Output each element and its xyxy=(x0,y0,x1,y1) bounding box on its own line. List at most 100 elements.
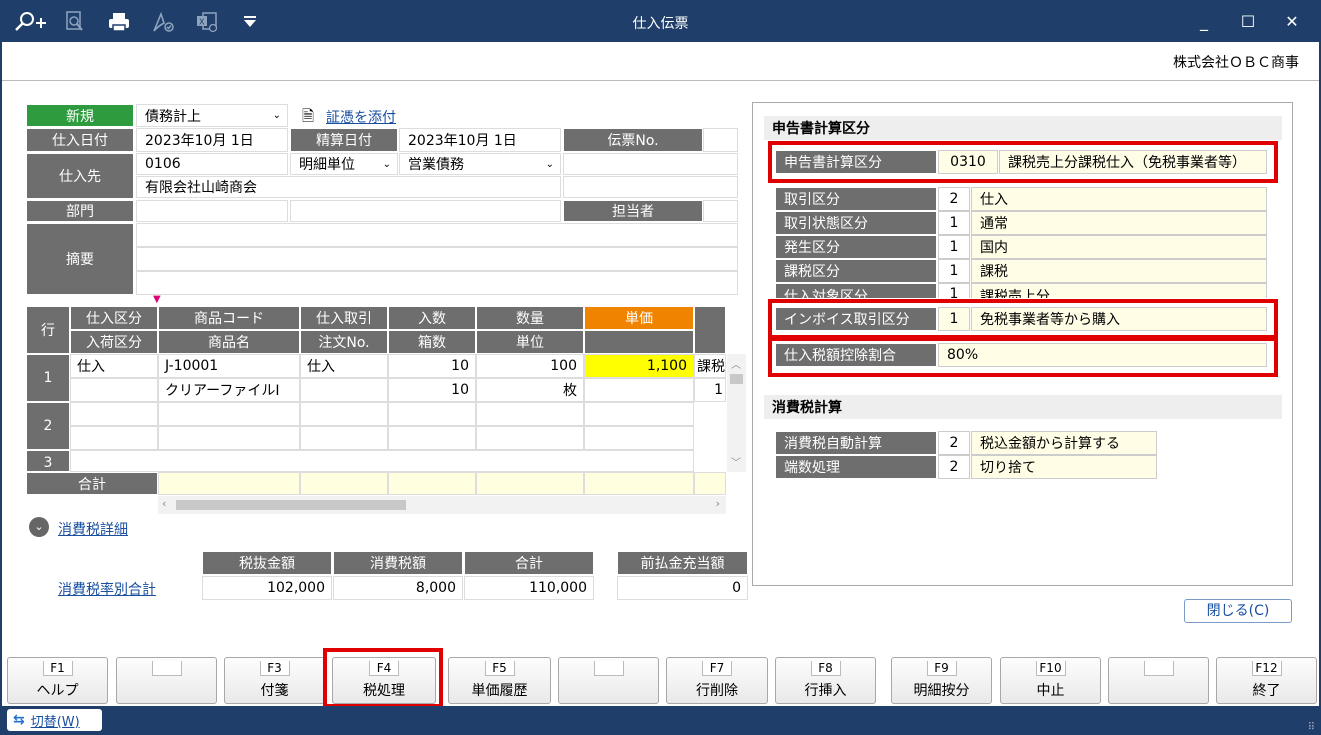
row1-kubun[interactable]: 仕入 xyxy=(70,354,158,378)
row2-cell[interactable] xyxy=(584,426,694,450)
tax-total-value: 110,000 xyxy=(464,576,594,600)
account-select[interactable]: 営業債務 ⌄ xyxy=(399,153,561,175)
fkey-f3-sticky[interactable]: F3 付箋 xyxy=(224,657,325,704)
row1-extra[interactable]: 課税 xyxy=(694,354,726,378)
row2-cell[interactable] xyxy=(476,426,584,450)
row2-cell[interactable] xyxy=(388,426,476,450)
row2-cell[interactable] xyxy=(476,402,584,426)
taxation-kubun-value: 課税 xyxy=(971,259,1267,283)
expand-chevron-icon[interactable]: ⌄ xyxy=(29,517,49,537)
scroll-up-icon[interactable]: ︿ xyxy=(731,356,741,371)
row2-cell[interactable] xyxy=(158,402,300,426)
scroll-right-icon[interactable]: › xyxy=(716,497,720,510)
fkey-f12-exit[interactable]: F12 終了 xyxy=(1216,657,1317,704)
account-value: 営業債務 xyxy=(408,157,464,173)
row1-order-no[interactable] xyxy=(300,378,388,402)
row1-extra2[interactable]: 1 xyxy=(694,378,726,402)
resize-grip-icon[interactable]: ⠿ xyxy=(1308,722,1315,733)
tax-excl-value: 102,000 xyxy=(202,576,332,600)
fkey-f11[interactable] xyxy=(1108,657,1209,704)
total-cell xyxy=(694,472,726,495)
row1-torihiki[interactable]: 仕入 xyxy=(300,354,388,378)
section-header-tax-calc: 消費税計算 xyxy=(764,395,1282,419)
scroll-thumb[interactable] xyxy=(176,500,406,510)
purchase-target-code[interactable]: 1 xyxy=(938,283,970,298)
col-header-arrival: 入荷区分 xyxy=(70,330,158,354)
slip-no-field[interactable] xyxy=(703,128,738,152)
memo-field-2[interactable] xyxy=(136,247,738,271)
supplier-name-field[interactable]: 有限会社山崎商会 xyxy=(136,176,561,198)
staff-field[interactable] xyxy=(703,200,738,222)
fkey-number: F9 xyxy=(926,661,957,676)
fkey-label: 明細按分 xyxy=(913,683,970,699)
row2-cell[interactable] xyxy=(388,402,476,426)
trade-state-code[interactable]: 1 xyxy=(938,211,970,235)
memo-field-3[interactable] xyxy=(136,271,738,295)
rounding-code[interactable]: 2 xyxy=(938,455,970,479)
col-header-torihiki: 仕入取引 xyxy=(300,306,388,330)
row2-cell[interactable] xyxy=(158,426,300,450)
row2-cell[interactable] xyxy=(70,426,158,450)
row1-hako[interactable]: 10 xyxy=(388,378,476,402)
row2-cell[interactable] xyxy=(300,426,388,450)
slip-no-label: 伝票No. xyxy=(563,128,703,152)
switch-label: 切替(W) xyxy=(30,714,80,730)
row3-cells[interactable] xyxy=(70,450,694,472)
scroll-down-icon[interactable]: ﹀ xyxy=(731,454,741,469)
switch-button[interactable]: ⇆ 切替(W) xyxy=(7,709,102,731)
row1-name[interactable]: クリアーファイルI xyxy=(158,378,300,402)
tax-detail-link[interactable]: 消費税詳細 xyxy=(58,519,128,539)
fkey-f2[interactable] xyxy=(116,657,217,704)
trade-kubun-code[interactable]: 2 xyxy=(938,187,970,211)
fkey-label: 行挿入 xyxy=(804,683,847,699)
rate-total-link[interactable]: 消費税率別合計 xyxy=(58,579,156,599)
purchase-date-field[interactable]: 2023年10月 1日 xyxy=(136,128,288,152)
row-number: 3 xyxy=(26,450,70,472)
memo-field-1[interactable] xyxy=(136,223,738,247)
dept-code-field[interactable] xyxy=(136,200,288,222)
row1-irisu[interactable]: 10 xyxy=(388,354,476,378)
origin-kubun-code[interactable]: 1 xyxy=(938,235,970,259)
detail-unit-select[interactable]: 明細単位 ⌄ xyxy=(290,153,398,175)
row1-qty[interactable]: 100 xyxy=(476,354,584,378)
mode-select[interactable]: 債務計上 ⌄ xyxy=(136,104,288,127)
fkey-f10-cancel[interactable]: F10 中止 xyxy=(1000,657,1101,704)
supplier-code-field[interactable]: 0106 xyxy=(136,153,288,175)
close-icon[interactable]: ✕ xyxy=(1277,11,1307,33)
vertical-scrollbar[interactable]: ︿ ﹀ xyxy=(727,354,746,472)
fkey-f7-delete-row[interactable]: F7 行削除 xyxy=(666,657,768,704)
taxation-kubun-code[interactable]: 1 xyxy=(938,259,970,283)
row1-blank[interactable] xyxy=(584,378,694,402)
fkey-f9-allocate[interactable]: F9 明細按分 xyxy=(891,657,992,704)
close-button[interactable]: 閉じる(C) xyxy=(1184,599,1292,623)
auto-calc-code[interactable]: 2 xyxy=(938,431,970,455)
fkey-label: 付箋 xyxy=(260,683,289,699)
settle-date-field[interactable]: 2023年10月 1日 xyxy=(399,128,561,152)
row1-price[interactable]: 1,100 xyxy=(584,354,694,378)
row1-arrival[interactable] xyxy=(70,378,158,402)
fkey-f1-help[interactable]: F1 ヘルプ xyxy=(7,657,108,704)
attach-evidence-link[interactable]: 証憑を添付 xyxy=(326,107,396,127)
settle-date-label: 精算日付 xyxy=(290,128,398,152)
horizontal-scrollbar[interactable]: ‹ › xyxy=(158,496,726,514)
fkey-f8-insert-row[interactable]: F8 行挿入 xyxy=(775,657,876,704)
tax-amount-value: 8,000 xyxy=(333,576,463,600)
minimize-icon[interactable]: _ xyxy=(1189,11,1219,33)
purchase-date-label: 仕入日付 xyxy=(26,128,134,152)
row2-cell[interactable] xyxy=(584,402,694,426)
supplier-extra-field xyxy=(563,153,738,175)
scroll-left-icon[interactable]: ‹ xyxy=(162,497,166,510)
row1-code[interactable]: J-10001 xyxy=(158,354,300,378)
col-header-kubun: 仕入区分 xyxy=(70,306,158,330)
fkey-f5-price-history[interactable]: F5 単価履歴 xyxy=(448,657,551,704)
highlight-deduction xyxy=(768,337,1278,377)
title-bar: X 仕入伝票 _ ☐ ✕ xyxy=(2,2,1319,42)
fkey-label: 行削除 xyxy=(696,683,738,699)
company-name: 株式会社ＯＢＣ商事 xyxy=(1173,55,1299,71)
row2-cell[interactable] xyxy=(300,402,388,426)
fkey-f6[interactable] xyxy=(558,657,659,704)
row2-cell[interactable] xyxy=(70,402,158,426)
row1-unit[interactable]: 枚 xyxy=(476,378,584,402)
scroll-thumb[interactable] xyxy=(730,374,743,384)
maximize-icon[interactable]: ☐ xyxy=(1233,11,1263,33)
